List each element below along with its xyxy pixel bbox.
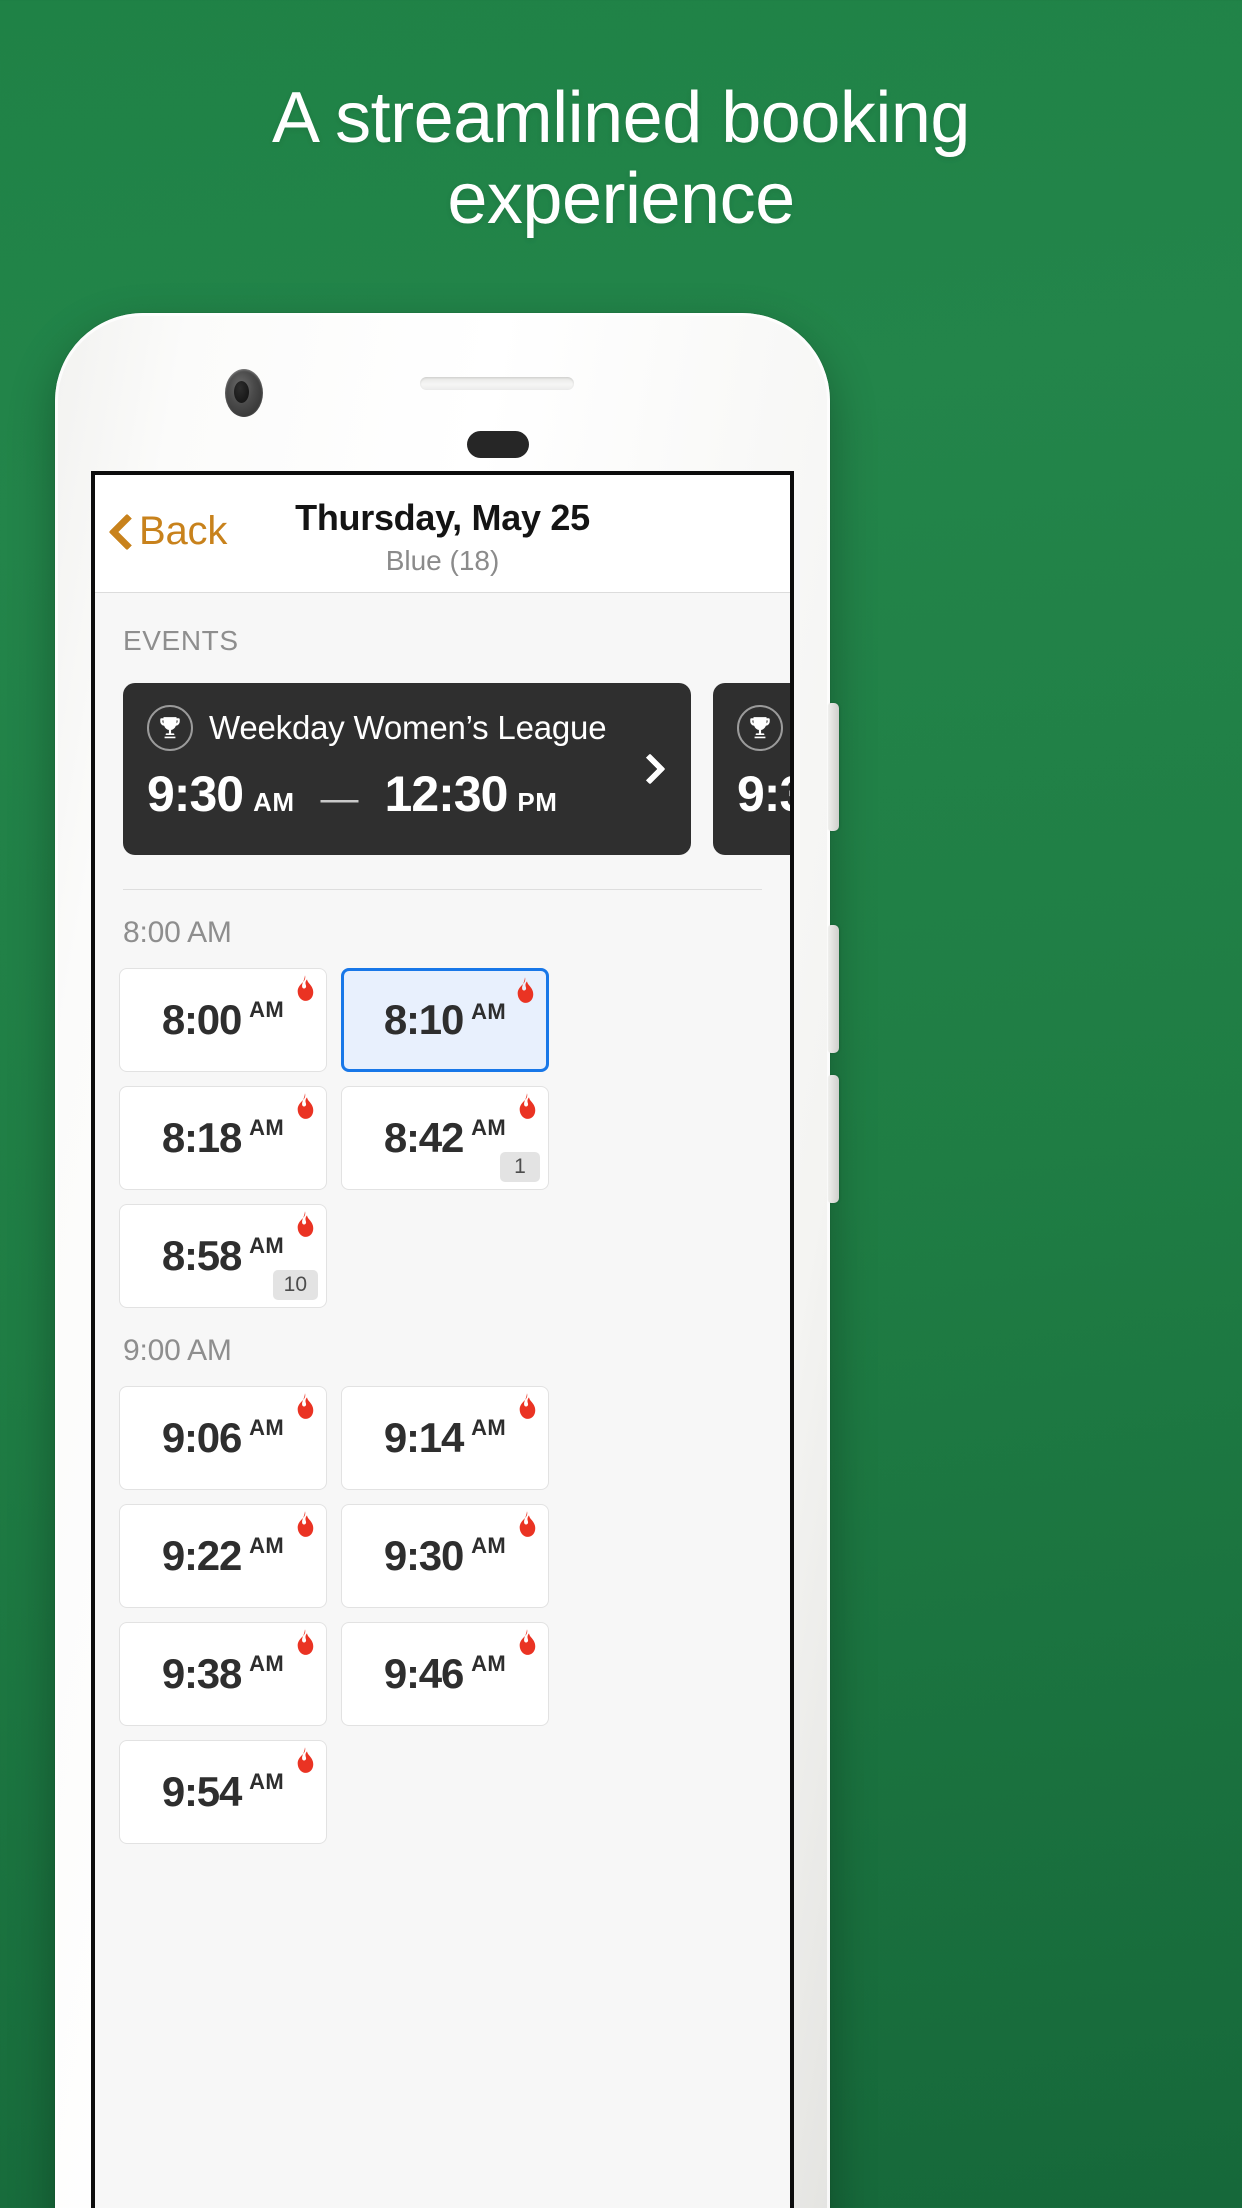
flame-icon: [519, 1093, 536, 1119]
time-slot-meridiem: AM: [471, 999, 507, 1024]
event-end-time: 12:30: [384, 766, 509, 822]
time-slot-meridiem: AM: [249, 1651, 285, 1676]
flame-icon: [297, 1093, 314, 1119]
flame-icon: [297, 1393, 314, 1419]
time-slot-badge: 10: [272, 1270, 318, 1300]
nav-title-block: Thursday, May 25 Blue (18): [95, 497, 790, 577]
time-slot-time: 9:46: [383, 1650, 464, 1697]
time-slot-meridiem: AM: [249, 1769, 285, 1794]
trophy-icon: [147, 705, 193, 751]
time-slot-meridiem: AM: [249, 1415, 285, 1440]
proximity-sensor: [467, 431, 529, 458]
side-button-volume-down[interactable]: [828, 1075, 839, 1203]
time-slot-selected[interactable]: 8:10 AM: [341, 968, 549, 1072]
event-time-range: 9:3: [737, 765, 790, 823]
time-slot[interactable]: 9:54 AM: [119, 1740, 327, 1844]
front-camera-icon: [225, 369, 263, 417]
time-slot-time: 9:54: [161, 1768, 242, 1815]
event-start-time: 9:3: [737, 766, 790, 822]
time-slot-time: 8:42: [383, 1114, 464, 1161]
page-title: Thursday, May 25: [295, 497, 590, 538]
flame-icon: [297, 1511, 314, 1537]
flame-icon: [517, 977, 534, 1003]
time-slot[interactable]: 9:22 AM: [119, 1504, 327, 1608]
flame-icon: [297, 975, 314, 1001]
time-slot-group-label: 9:00 AM: [123, 1334, 232, 1367]
flame-icon: [297, 1629, 314, 1655]
time-slot-time: 9:30: [383, 1532, 464, 1579]
time-slot-time: 9:38: [161, 1650, 242, 1697]
side-button-volume-up[interactable]: [828, 925, 839, 1053]
time-slot[interactable]: 8:18 AM: [119, 1086, 327, 1190]
flame-icon: [297, 1747, 314, 1773]
event-card-header: Weekday Women’s League: [147, 705, 667, 751]
time-slot-time: 9:06: [161, 1414, 242, 1461]
time-slot-time: 8:18: [161, 1114, 242, 1161]
phone-screen: Back Thursday, May 25 Blue (18) EVENTS W…: [91, 471, 794, 2208]
screen-content: EVENTS Weekday Women’s League 9:30 AM —: [95, 593, 790, 2208]
time-slot-time: 9:22: [161, 1532, 242, 1579]
time-slot-meridiem: AM: [471, 1533, 507, 1558]
time-slot[interactable]: 8:58 AM 10: [119, 1204, 327, 1308]
trophy-icon: [737, 705, 783, 751]
time-slot-time: 8:10: [383, 996, 464, 1043]
time-slot-grid: 8:00 AM 8:10 AM 8:18 AM 8:42 AM 1 8:58 AM 10: [119, 950, 766, 1308]
time-slot[interactable]: 9:30 AM: [341, 1504, 549, 1608]
event-card[interactable]: Weekday Women’s League 9:30 AM — 12:30 P…: [123, 683, 691, 855]
time-slot[interactable]: 8:00 AM: [119, 968, 327, 1072]
flame-icon: [519, 1629, 536, 1655]
marketing-headline: A streamlined booking experience: [272, 78, 970, 239]
time-slot-group-label: 8:00 AM: [123, 916, 232, 949]
time-slot[interactable]: 9:46 AM: [341, 1622, 549, 1726]
event-start-time: 9:30: [147, 766, 244, 822]
event-card-header: [737, 705, 790, 751]
time-slot-time: 8:00: [161, 996, 242, 1043]
event-end-meridiem: PM: [517, 787, 558, 817]
time-slot-meridiem: AM: [249, 1115, 285, 1140]
time-slot-meridiem: AM: [249, 1533, 285, 1558]
event-time-dash: —: [320, 778, 359, 820]
time-slot-grid: 9:06 AM 9:14 AM 9:22 AM 9:30 AM 9:38 AM 9:46 AM 9:54…: [119, 1368, 766, 1844]
events-carousel[interactable]: Weekday Women’s League 9:30 AM — 12:30 P…: [95, 657, 790, 855]
time-slot-time: 9:14: [383, 1414, 464, 1461]
time-slot[interactable]: 9:06 AM: [119, 1386, 327, 1490]
flame-icon: [519, 1511, 536, 1537]
time-slot-meridiem: AM: [471, 1415, 507, 1440]
event-time-range: 9:30 AM — 12:30 PM: [147, 765, 667, 823]
time-slot-meridiem: AM: [471, 1115, 507, 1140]
side-button-mute[interactable]: [828, 703, 839, 831]
time-slot-badge: 1: [500, 1152, 540, 1182]
page-subtitle: Blue (18): [385, 545, 500, 576]
event-card[interactable]: 9:3: [713, 683, 790, 855]
time-slot-group: 8:00 AM 8:00 AM 8:10 AM 8:18 AM 8:42 AM 1 8:58 AM 10: [95, 890, 790, 1308]
time-slot-meridiem: AM: [471, 1651, 507, 1676]
time-slot-group: 9:00 AM 9:06 AM 9:14 AM 9:22 AM 9:30 AM 9:38 AM 9:4…: [95, 1308, 790, 1844]
time-slot-meridiem: AM: [249, 997, 285, 1022]
time-slot[interactable]: 9:14 AM: [341, 1386, 549, 1490]
phone-mockup: Back Thursday, May 25 Blue (18) EVENTS W…: [55, 313, 839, 2208]
time-slot[interactable]: 8:42 AM 1: [341, 1086, 549, 1190]
time-slot[interactable]: 9:38 AM: [119, 1622, 327, 1726]
time-slot-meridiem: AM: [249, 1233, 285, 1258]
flame-icon: [519, 1393, 536, 1419]
flame-icon: [297, 1211, 314, 1237]
event-name: Weekday Women’s League: [209, 709, 607, 746]
time-slot-list: 8:00 AM 8:00 AM 8:10 AM 8:18 AM 8:42 AM 1 8:58 AM 10…: [95, 890, 790, 1844]
earpiece-speaker: [420, 377, 574, 390]
time-slot-time: 8:58: [161, 1232, 242, 1279]
navigation-bar: Back Thursday, May 25 Blue (18): [95, 475, 790, 593]
events-section-label: EVENTS: [123, 625, 239, 656]
event-start-meridiem: AM: [253, 787, 295, 817]
